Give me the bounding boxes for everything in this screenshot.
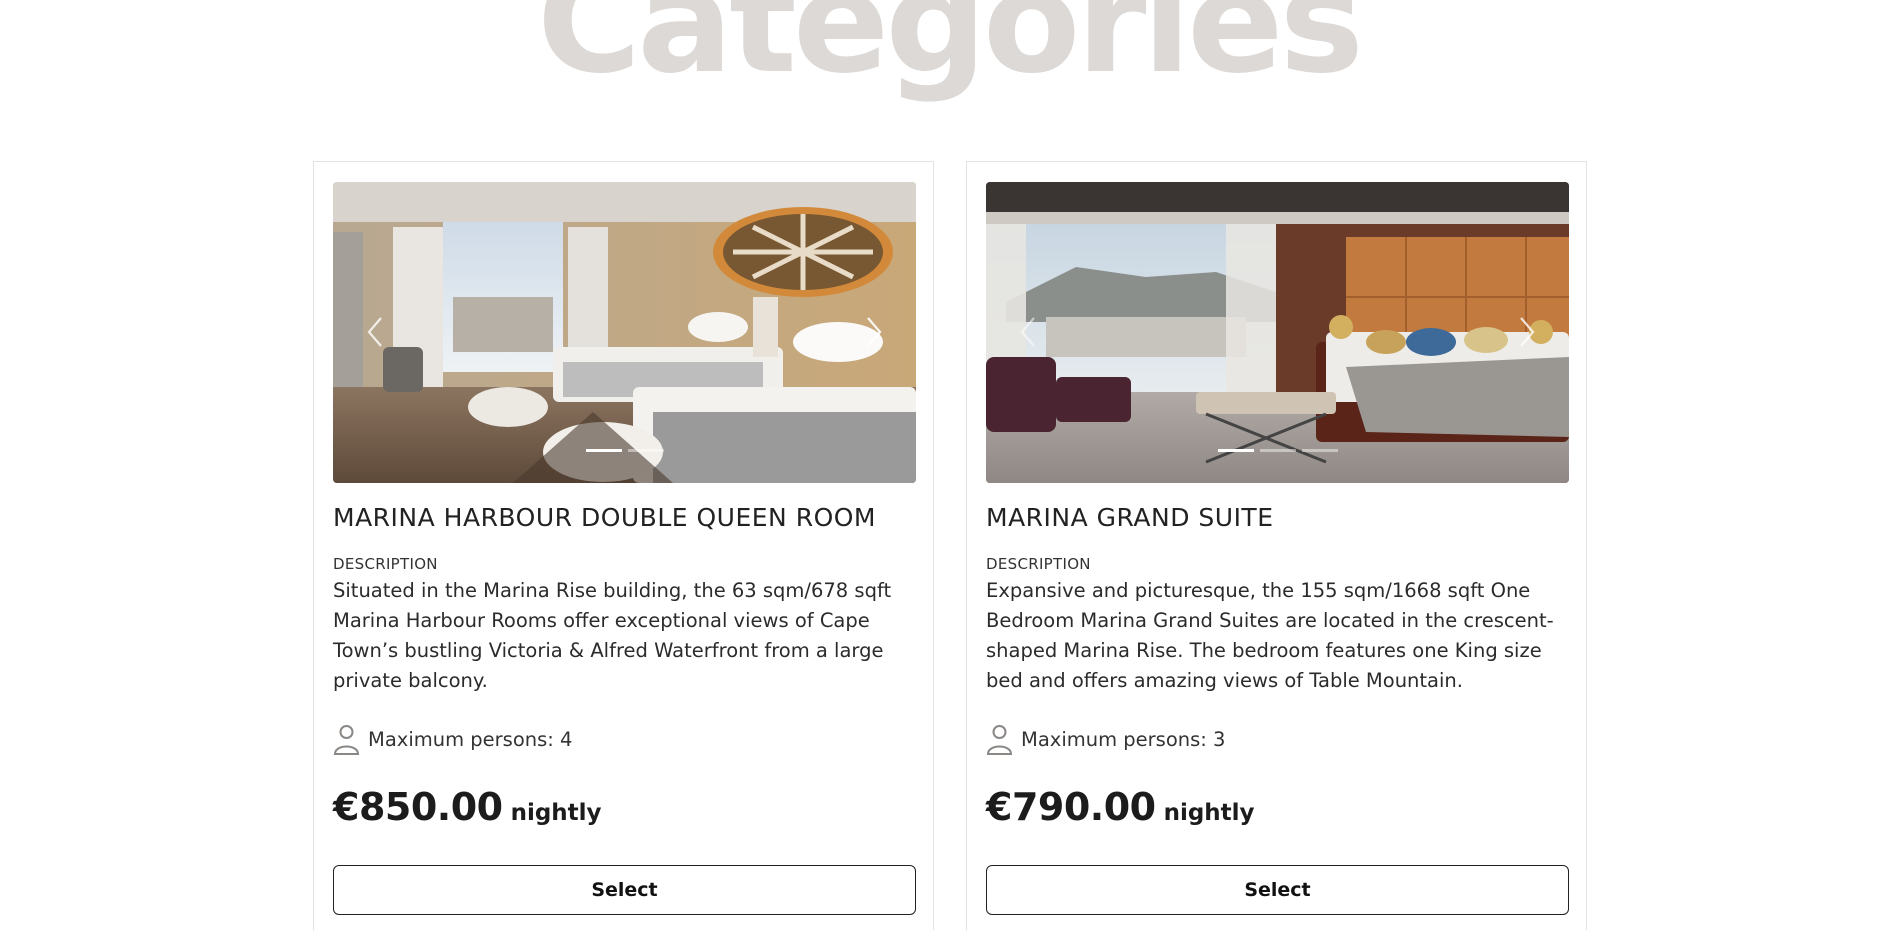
chevron-left-icon [1020, 317, 1035, 347]
person-icon [333, 725, 360, 755]
description-label: DESCRIPTION [333, 555, 438, 573]
room-title: MARINA GRAND SUITE [986, 503, 1274, 532]
carousel-indicators [986, 449, 1569, 452]
person-icon [986, 725, 1013, 755]
page: Categories MARINA HARBOUR DOUBLE QUEEN R… [0, 0, 1897, 930]
room-price: €790.00 [986, 785, 1156, 829]
page-heading: Categories [537, 0, 1364, 105]
room-description: Expansive and picturesque, the 155 sqm/1… [986, 579, 1554, 692]
max-persons: Maximum persons: 3 [986, 724, 1567, 755]
carousel-indicator[interactable] [1217, 449, 1254, 452]
carousel-indicators [333, 449, 916, 452]
price-row: €850.00 nightly [333, 785, 914, 829]
carousel-prev-button[interactable] [361, 312, 391, 352]
room-cards: MARINA HARBOUR DOUBLE QUEEN ROOM DESCRIP… [313, 161, 1587, 930]
price-row: €790.00 nightly [986, 785, 1567, 829]
room-card: MARINA GRAND SUITE DESCRIPTION Expansive… [966, 161, 1587, 930]
max-persons-label: Maximum persons: 4 [368, 728, 573, 751]
carousel-next-button[interactable] [858, 312, 888, 352]
carousel-next-button[interactable] [1511, 312, 1541, 352]
price-unit: nightly [1163, 800, 1255, 826]
room-photo [986, 182, 1569, 483]
room-description: Situated in the Marina Rise building, th… [333, 579, 892, 692]
max-persons-label: Maximum persons: 3 [1021, 728, 1226, 751]
chevron-left-icon [367, 317, 382, 347]
select-room-button[interactable]: Select [333, 865, 916, 915]
carousel-prev-button[interactable] [1014, 312, 1044, 352]
max-persons: Maximum persons: 4 [333, 724, 914, 755]
room-card: MARINA HARBOUR DOUBLE QUEEN ROOM DESCRIP… [313, 161, 934, 930]
carousel-indicator[interactable] [1301, 449, 1338, 452]
room-image-carousel[interactable] [986, 182, 1569, 483]
room-image-carousel[interactable] [333, 182, 916, 483]
carousel-indicator[interactable] [585, 449, 622, 452]
price-unit: nightly [510, 800, 602, 826]
chevron-right-icon [1520, 317, 1535, 347]
carousel-indicator[interactable] [627, 449, 664, 452]
description-label: DESCRIPTION [986, 555, 1091, 573]
room-photo [333, 182, 916, 483]
chevron-right-icon [867, 317, 882, 347]
room-price: €850.00 [333, 785, 503, 829]
carousel-indicator[interactable] [1259, 449, 1296, 452]
room-title: MARINA HARBOUR DOUBLE QUEEN ROOM [333, 503, 877, 532]
select-room-button[interactable]: Select [986, 865, 1569, 915]
